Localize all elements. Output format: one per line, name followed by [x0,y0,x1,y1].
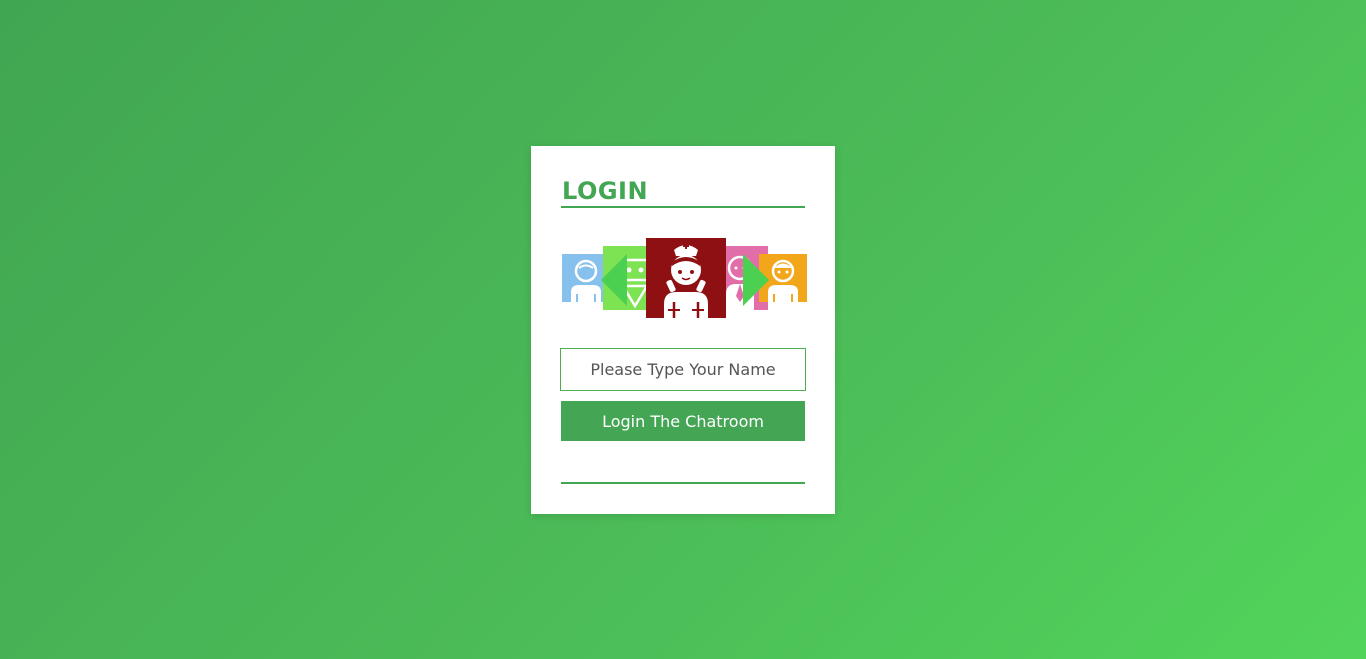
triangle-right-icon [743,254,769,306]
carousel-next-button[interactable] [743,254,769,306]
nurse-icon [664,243,708,318]
name-input[interactable] [560,348,806,391]
avatar-carousel [559,238,807,318]
carousel-prev-button[interactable] [601,254,627,306]
bottom-divider [561,482,805,484]
login-chatroom-button[interactable]: Login The Chatroom [561,401,805,441]
triangle-left-icon [601,254,627,306]
title-divider [561,206,805,208]
login-card: LOGIN Please Type Your Name Login The Ch… [531,146,835,514]
login-title: LOGIN [562,177,649,205]
avatar-nurse-selected[interactable] [646,238,726,318]
